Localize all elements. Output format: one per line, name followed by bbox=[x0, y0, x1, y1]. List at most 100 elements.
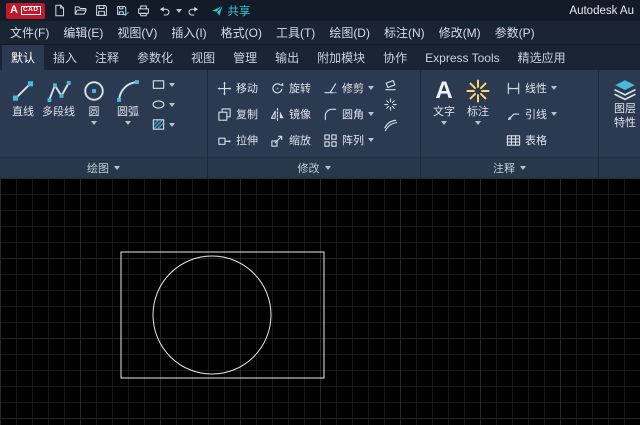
tab-collaborate[interactable]: 协作 bbox=[374, 45, 416, 70]
menu-draw[interactable]: 绘图(D) bbox=[322, 20, 377, 45]
modify-panel-footer[interactable]: 修改 bbox=[208, 157, 420, 178]
tab-view[interactable]: 视图 bbox=[182, 45, 224, 70]
array-dropdown-icon[interactable] bbox=[368, 138, 374, 142]
table-label: 表格 bbox=[525, 135, 547, 147]
trim-button[interactable]: 修剪 bbox=[320, 78, 377, 98]
rotate-label: 旋转 bbox=[289, 83, 311, 95]
leader-icon bbox=[507, 112, 520, 120]
arc-button[interactable]: 圆弧 bbox=[111, 75, 145, 125]
autocad-window: A CAD 共享 Autodesk Au 文件(F) 编辑(E) 视图(V) 插… bbox=[0, 0, 640, 425]
mirror-button[interactable]: 镜像 bbox=[267, 104, 314, 124]
tab-addins[interactable]: 附加模块 bbox=[308, 45, 374, 70]
menu-dimension[interactable]: 标注(N) bbox=[377, 20, 432, 45]
dimension-dropdown-icon[interactable] bbox=[475, 120, 481, 125]
rotate-button[interactable]: 旋转 bbox=[267, 78, 314, 98]
circle-icon bbox=[84, 81, 104, 101]
ribbon-tab-bar: 默认 插入 注释 参数化 视图 管理 输出 附加模块 协作 Express To… bbox=[0, 45, 640, 70]
new-file-button[interactable] bbox=[50, 2, 69, 19]
menu-insert[interactable]: 插入(I) bbox=[164, 20, 213, 45]
share-button[interactable]: 共享 bbox=[211, 3, 251, 19]
save-as-icon bbox=[116, 5, 129, 17]
tab-manage[interactable]: 管理 bbox=[224, 45, 266, 70]
text-dropdown-icon[interactable] bbox=[441, 120, 447, 125]
tab-express-tools[interactable]: Express Tools bbox=[416, 45, 508, 70]
erase-button[interactable] bbox=[383, 77, 398, 92]
drawn-circle[interactable] bbox=[152, 255, 272, 375]
circle-button[interactable]: 圆 bbox=[77, 75, 111, 125]
quick-access-toolbar: 共享 bbox=[50, 2, 251, 19]
menubar: 文件(F) 编辑(E) 视图(V) 插入(I) 格式(O) 工具(T) 绘图(D… bbox=[0, 21, 640, 45]
leader-button[interactable]: 引线 bbox=[503, 101, 560, 127]
move-label: 移动 bbox=[236, 83, 258, 95]
tab-annotate[interactable]: 注释 bbox=[86, 45, 128, 70]
menu-view[interactable]: 视图(V) bbox=[110, 20, 164, 45]
polyline-icon bbox=[46, 81, 71, 103]
drawing-canvas[interactable] bbox=[0, 178, 640, 425]
annotate-panel-footer[interactable]: 注释 bbox=[421, 157, 598, 178]
copy-button[interactable]: 复制 bbox=[214, 104, 261, 124]
array-button[interactable]: 阵列 bbox=[320, 130, 377, 150]
leader-dropdown-icon[interactable] bbox=[551, 112, 557, 116]
menu-tools[interactable]: 工具(T) bbox=[269, 20, 322, 45]
menu-modify[interactable]: 修改(M) bbox=[432, 20, 488, 45]
drawing-svg[interactable] bbox=[0, 178, 640, 425]
menu-parametric[interactable]: 参数(P) bbox=[488, 20, 542, 45]
copy-label: 复制 bbox=[236, 109, 258, 121]
stretch-button[interactable]: 拉伸 bbox=[214, 130, 261, 150]
tab-insert[interactable]: 插入 bbox=[44, 45, 86, 70]
autocad-logo[interactable]: A CAD bbox=[6, 2, 45, 19]
plot-button[interactable] bbox=[134, 2, 153, 19]
layers-panel: 图层 特性 bbox=[598, 70, 640, 178]
open-file-button[interactable] bbox=[71, 2, 90, 19]
fillet-dropdown-icon[interactable] bbox=[368, 112, 374, 116]
arc-dropdown-icon[interactable] bbox=[125, 120, 131, 125]
explode-button[interactable] bbox=[383, 97, 398, 112]
erase-icon bbox=[385, 79, 396, 91]
circle-dropdown-icon[interactable] bbox=[91, 120, 97, 125]
dimension-button[interactable]: 标注 bbox=[461, 75, 495, 125]
tab-output[interactable]: 输出 bbox=[266, 45, 308, 70]
save-button[interactable] bbox=[92, 2, 111, 19]
menu-edit[interactable]: 编辑(E) bbox=[56, 20, 110, 45]
rectangle-icon bbox=[152, 80, 165, 89]
linear-dropdown-icon[interactable] bbox=[551, 86, 557, 90]
rectangle-button[interactable] bbox=[151, 77, 175, 92]
layer-properties-label-2: 特性 bbox=[614, 117, 636, 130]
hatch-button[interactable] bbox=[151, 117, 175, 132]
annotate-extra-tools: 线性 引线 表格 bbox=[503, 75, 560, 153]
ellipse-dropdown-icon[interactable] bbox=[169, 102, 175, 107]
move-icon bbox=[217, 81, 232, 95]
fillet-button[interactable]: 圆角 bbox=[320, 104, 377, 124]
tab-parametric[interactable]: 参数化 bbox=[128, 45, 182, 70]
rectangle-dropdown-icon[interactable] bbox=[169, 82, 175, 87]
hatch-dropdown-icon[interactable] bbox=[169, 122, 175, 127]
share-label: 共享 bbox=[227, 5, 251, 18]
drawn-rectangle[interactable] bbox=[120, 251, 325, 379]
scale-button[interactable]: 缩放 bbox=[267, 130, 314, 150]
polyline-button[interactable]: 多段线 bbox=[40, 75, 77, 119]
menu-file[interactable]: 文件(F) bbox=[3, 20, 56, 45]
ribbon: 直线 多段线 圆 圆弧 绘图 移动 旋转 修剪 复制 镜像 圆角 拉伸 缩放 阵… bbox=[0, 70, 640, 178]
line-button[interactable]: 直线 bbox=[6, 75, 40, 119]
layer-properties-label-1: 图层 bbox=[614, 103, 636, 115]
draw-panel-title: 绘图 bbox=[87, 163, 109, 175]
trim-dropdown-icon[interactable] bbox=[368, 86, 374, 90]
draw-panel-footer[interactable]: 绘图 bbox=[0, 157, 207, 178]
move-button[interactable]: 移动 bbox=[214, 78, 261, 98]
text-button[interactable]: A 文字 bbox=[427, 75, 461, 125]
redo-button[interactable] bbox=[184, 2, 203, 19]
menu-format[interactable]: 格式(O) bbox=[214, 20, 269, 45]
tab-featured-apps[interactable]: 精选应用 bbox=[509, 45, 575, 70]
undo-button[interactable] bbox=[155, 2, 174, 19]
tab-home[interactable]: 默认 bbox=[2, 45, 45, 70]
save-as-button[interactable] bbox=[113, 2, 132, 19]
logo-letter: A bbox=[10, 4, 18, 16]
linear-dimension-button[interactable]: 线性 bbox=[503, 75, 560, 101]
ellipse-button[interactable] bbox=[151, 97, 175, 112]
annotate-panel-title: 注释 bbox=[493, 163, 515, 175]
undo-dropdown-icon[interactable] bbox=[175, 8, 182, 13]
scale-label: 缩放 bbox=[289, 135, 311, 147]
offset-button[interactable] bbox=[383, 117, 398, 132]
table-button[interactable]: 表格 bbox=[503, 127, 560, 153]
layer-properties-button[interactable]: 图层 特性 bbox=[605, 75, 640, 130]
